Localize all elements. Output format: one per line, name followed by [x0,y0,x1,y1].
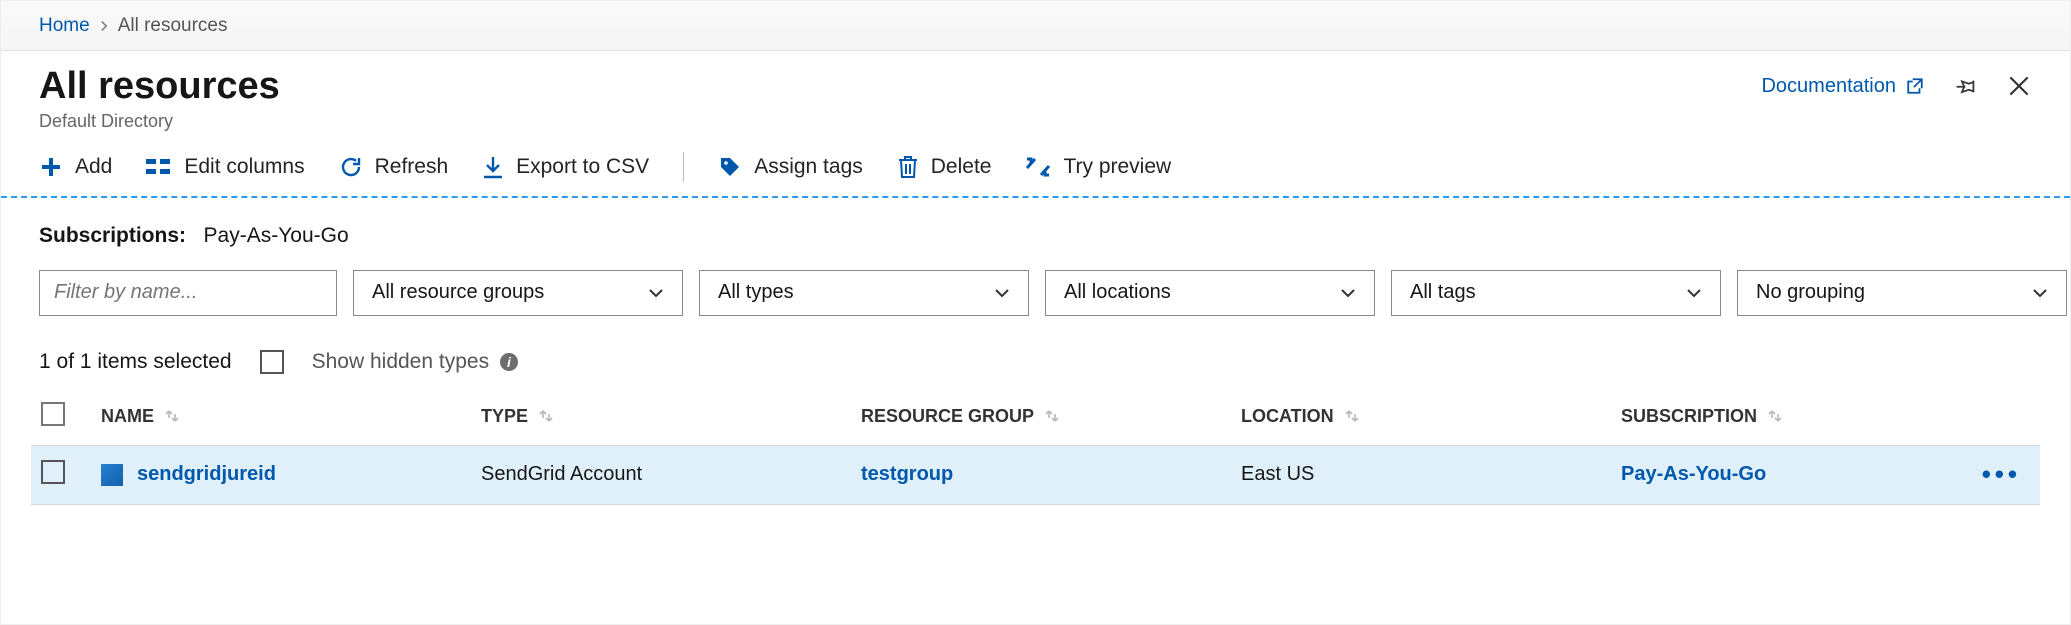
assign-tags-label: Assign tags [754,155,863,179]
sort-icon [538,408,554,424]
row-name-label: sendgridjureid [137,463,276,486]
col-name[interactable]: NAME [101,406,481,427]
close-icon [2006,73,2032,99]
resource-icon [101,464,123,486]
pin-button[interactable] [1952,73,1978,99]
info-icon: i [499,352,519,372]
col-subscription-label: SUBSCRIPTION [1621,406,1757,427]
add-button[interactable]: Add [39,155,112,179]
chevron-down-icon [648,285,664,301]
refresh-button[interactable]: Refresh [339,155,449,179]
row-type-cell: SendGrid Account [481,463,861,486]
edit-columns-button[interactable]: Edit columns [146,155,304,179]
col-subscription[interactable]: SUBSCRIPTION [1621,406,1961,427]
table-header: NAME TYPE RESOURCE GROUP LOCATION SUBSCR… [31,388,2040,445]
col-resource-group-label: RESOURCE GROUP [861,406,1034,427]
columns-icon [146,157,172,177]
filter-row: All resource groups All types All locati… [1,252,2070,316]
page-subtitle: Default Directory [39,111,280,132]
breadcrumb: Home All resources [1,1,2070,51]
documentation-label: Documentation [1761,75,1896,98]
page-title: All resources [39,65,280,109]
row-subscription-cell[interactable]: Pay-As-You-Go [1621,463,1961,486]
col-location[interactable]: LOCATION [1241,406,1621,427]
delete-button[interactable]: Delete [897,155,992,179]
show-hidden-label: Show hidden types [312,350,489,374]
show-hidden-checkbox[interactable] [260,350,284,374]
row-location-cell: East US [1241,463,1621,486]
try-preview-label: Try preview [1063,155,1171,179]
resources-table: NAME TYPE RESOURCE GROUP LOCATION SUBSCR… [1,382,2070,505]
row-more-button[interactable]: ••• [1961,459,2021,490]
filter-tags-label: All tags [1410,281,1476,304]
trash-icon [897,155,919,179]
select-all-checkbox[interactable] [41,402,65,426]
close-button[interactable] [2006,73,2032,99]
breadcrumb-home[interactable]: Home [39,15,90,37]
plus-icon [39,155,63,179]
assign-tags-button[interactable]: Assign tags [718,155,863,179]
col-type-label: TYPE [481,406,528,427]
subscriptions-label: Subscriptions: [39,224,186,247]
command-bar: Add Edit columns Refresh Export to CSV A… [1,142,2070,198]
breadcrumb-current: All resources [118,15,228,37]
row-name-cell[interactable]: sendgridjureid [101,463,481,486]
col-type[interactable]: TYPE [481,406,861,427]
chevron-down-icon [1686,285,1702,301]
subscriptions-value: Pay-As-You-Go [204,224,349,247]
selection-info-row: 1 of 1 items selected Show hidden types … [1,316,2070,382]
external-link-icon [1906,77,1924,95]
selection-summary: 1 of 1 items selected [39,350,232,374]
col-location-label: LOCATION [1241,406,1334,427]
download-icon [482,155,504,179]
table-row[interactable]: sendgridjureid SendGrid Account testgrou… [31,445,2040,505]
export-csv-label: Export to CSV [516,155,649,179]
preview-icon [1025,156,1051,178]
delete-label: Delete [931,155,992,179]
edit-columns-label: Edit columns [184,155,304,179]
filter-grouping[interactable]: No grouping [1737,270,2067,316]
tag-icon [718,155,742,179]
filter-locations-label: All locations [1064,281,1171,304]
subscriptions-row: Subscriptions: Pay-As-You-Go [1,198,2070,252]
sort-icon [164,408,180,424]
filter-types-label: All types [718,281,794,304]
chevron-down-icon [1340,285,1356,301]
filter-resource-groups[interactable]: All resource groups [353,270,683,316]
col-name-label: NAME [101,406,154,427]
chevron-down-icon [2032,285,2048,301]
pin-icon [1952,73,1978,99]
chevron-down-icon [994,285,1010,301]
filter-resource-groups-label: All resource groups [372,281,544,304]
filter-locations[interactable]: All locations [1045,270,1375,316]
row-checkbox[interactable] [41,460,65,484]
add-label: Add [75,155,112,179]
filter-tags[interactable]: All tags [1391,270,1721,316]
refresh-label: Refresh [375,155,449,179]
export-csv-button[interactable]: Export to CSV [482,155,649,179]
sort-icon [1044,408,1060,424]
col-resource-group[interactable]: RESOURCE GROUP [861,406,1241,427]
refresh-icon [339,155,363,179]
filter-name-input[interactable] [39,270,337,316]
command-separator [683,152,684,182]
sort-icon [1767,408,1783,424]
documentation-link[interactable]: Documentation [1761,75,1924,98]
row-resource-group-cell[interactable]: testgroup [861,463,1241,486]
filter-grouping-label: No grouping [1756,281,1865,304]
chevron-right-icon [98,20,110,32]
filter-types[interactable]: All types [699,270,1029,316]
sort-icon [1344,408,1360,424]
try-preview-button[interactable]: Try preview [1025,155,1171,179]
